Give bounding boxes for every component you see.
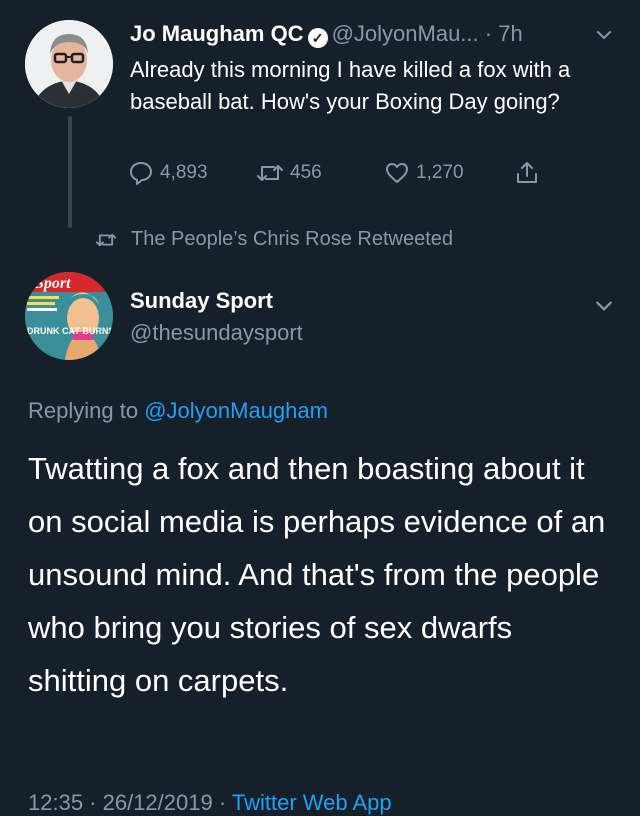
avatar-jo-maugham[interactable] — [25, 20, 113, 108]
tweet-text: Twatting a fox and then boasting about i… — [28, 451, 606, 698]
avatar-sunday-sport[interactable]: Sport DRUNK CAT BURNS — [25, 272, 113, 360]
avatar-portrait-icon — [25, 20, 113, 108]
timestamp-text[interactable]: 12:35 · 26/12/2019 · — [28, 790, 232, 815]
author-name[interactable]: Jo Maugham QC — [130, 21, 304, 46]
retweet-button[interactable]: 456 — [256, 160, 322, 186]
reply-count: 4,893 — [160, 162, 208, 183]
author-name[interactable]: Sunday Sport — [130, 288, 273, 314]
author-handle[interactable]: @JolyonMau... — [332, 21, 479, 46]
reply-icon — [130, 162, 152, 185]
tweet-timestamp: 12:35 · 26/12/2019 · Twitter Web App — [28, 790, 392, 816]
retweet-count: 456 — [290, 162, 322, 183]
newspaper-cover-icon: Sport DRUNK CAT BURNS — [25, 272, 113, 360]
tweet-actions: 4,893 456 1,270 — [128, 160, 588, 190]
replying-to-prefix: Replying to — [28, 398, 139, 423]
chevron-down-icon[interactable] — [595, 26, 613, 44]
like-icon — [386, 163, 408, 183]
headline-text: DRUNK CAT BURNS — [27, 326, 113, 336]
verified-badge-icon: ✓ — [307, 28, 328, 48]
thread-connector-line — [68, 116, 72, 228]
like-count: 1,270 — [416, 162, 464, 183]
tweet-time[interactable]: · 7h — [485, 21, 523, 46]
share-icon — [517, 162, 537, 183]
retweet-icon — [95, 233, 117, 246]
reply-button[interactable]: 4,893 — [128, 160, 208, 186]
retweeted-banner[interactable]: The People’s Chris Rose Retweeted — [95, 228, 453, 251]
tweet-text: Already this morning I have killed a fox… — [130, 57, 571, 114]
like-button[interactable]: 1,270 — [384, 160, 464, 186]
retweeted-by-text: The People’s Chris Rose Retweeted — [131, 228, 454, 250]
tweet-header: Jo Maugham QC ✓ @JolyonMau... · 7h — [130, 20, 523, 48]
retweet-icon — [257, 165, 283, 181]
masthead-text: Sport — [35, 275, 71, 292]
replying-to-line: Replying to @JolyonMaugham — [28, 398, 328, 424]
chevron-down-icon[interactable] — [594, 296, 614, 316]
share-button[interactable] — [514, 160, 540, 186]
source-app-link[interactable]: Twitter Web App — [232, 790, 392, 815]
replying-to-mention-link[interactable]: @JolyonMaugham — [144, 398, 328, 423]
author-handle[interactable]: @thesundaysport — [130, 320, 303, 346]
